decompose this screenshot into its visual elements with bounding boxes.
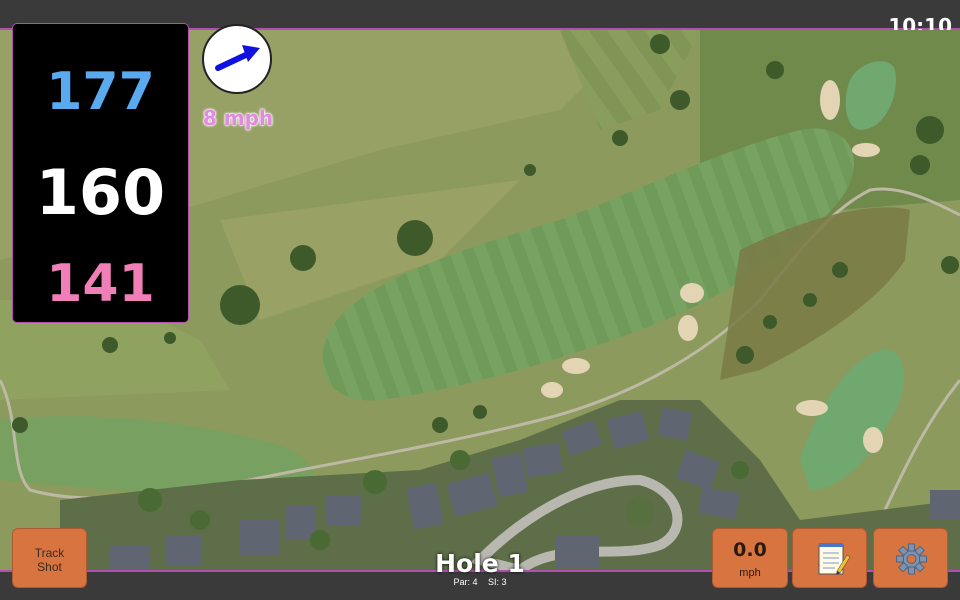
notes-button[interactable] <box>792 528 867 588</box>
front-distance: 141 <box>46 254 155 314</box>
track-shot-button[interactable]: Track Shot <box>12 528 87 588</box>
speed-button[interactable]: 0.0 mph <box>712 528 788 588</box>
hole-stroke-index: SI: 3 <box>488 577 507 587</box>
notepad-icon <box>818 543 851 575</box>
hole-par: Par: 4 <box>453 577 478 587</box>
gear-icon <box>896 543 927 575</box>
settings-button[interactable] <box>873 528 948 588</box>
center-distance: 160 <box>35 156 166 229</box>
wind-arrow-icon <box>215 45 260 71</box>
wind-direction-dial <box>202 24 272 94</box>
hole-title: Hole 1 <box>435 549 525 578</box>
track-shot-label-line2: Shot <box>37 560 62 574</box>
hole-details: Par: 4 SI: 3 <box>380 577 580 587</box>
wind-speed: 8 mph <box>202 106 274 130</box>
speed-value: 0.0 <box>733 539 767 561</box>
distance-panel: 177 160 141 <box>12 23 189 323</box>
back-distance: 177 <box>46 62 155 122</box>
track-shot-label-line1: Track <box>34 546 65 560</box>
speed-unit: mph <box>739 567 761 579</box>
